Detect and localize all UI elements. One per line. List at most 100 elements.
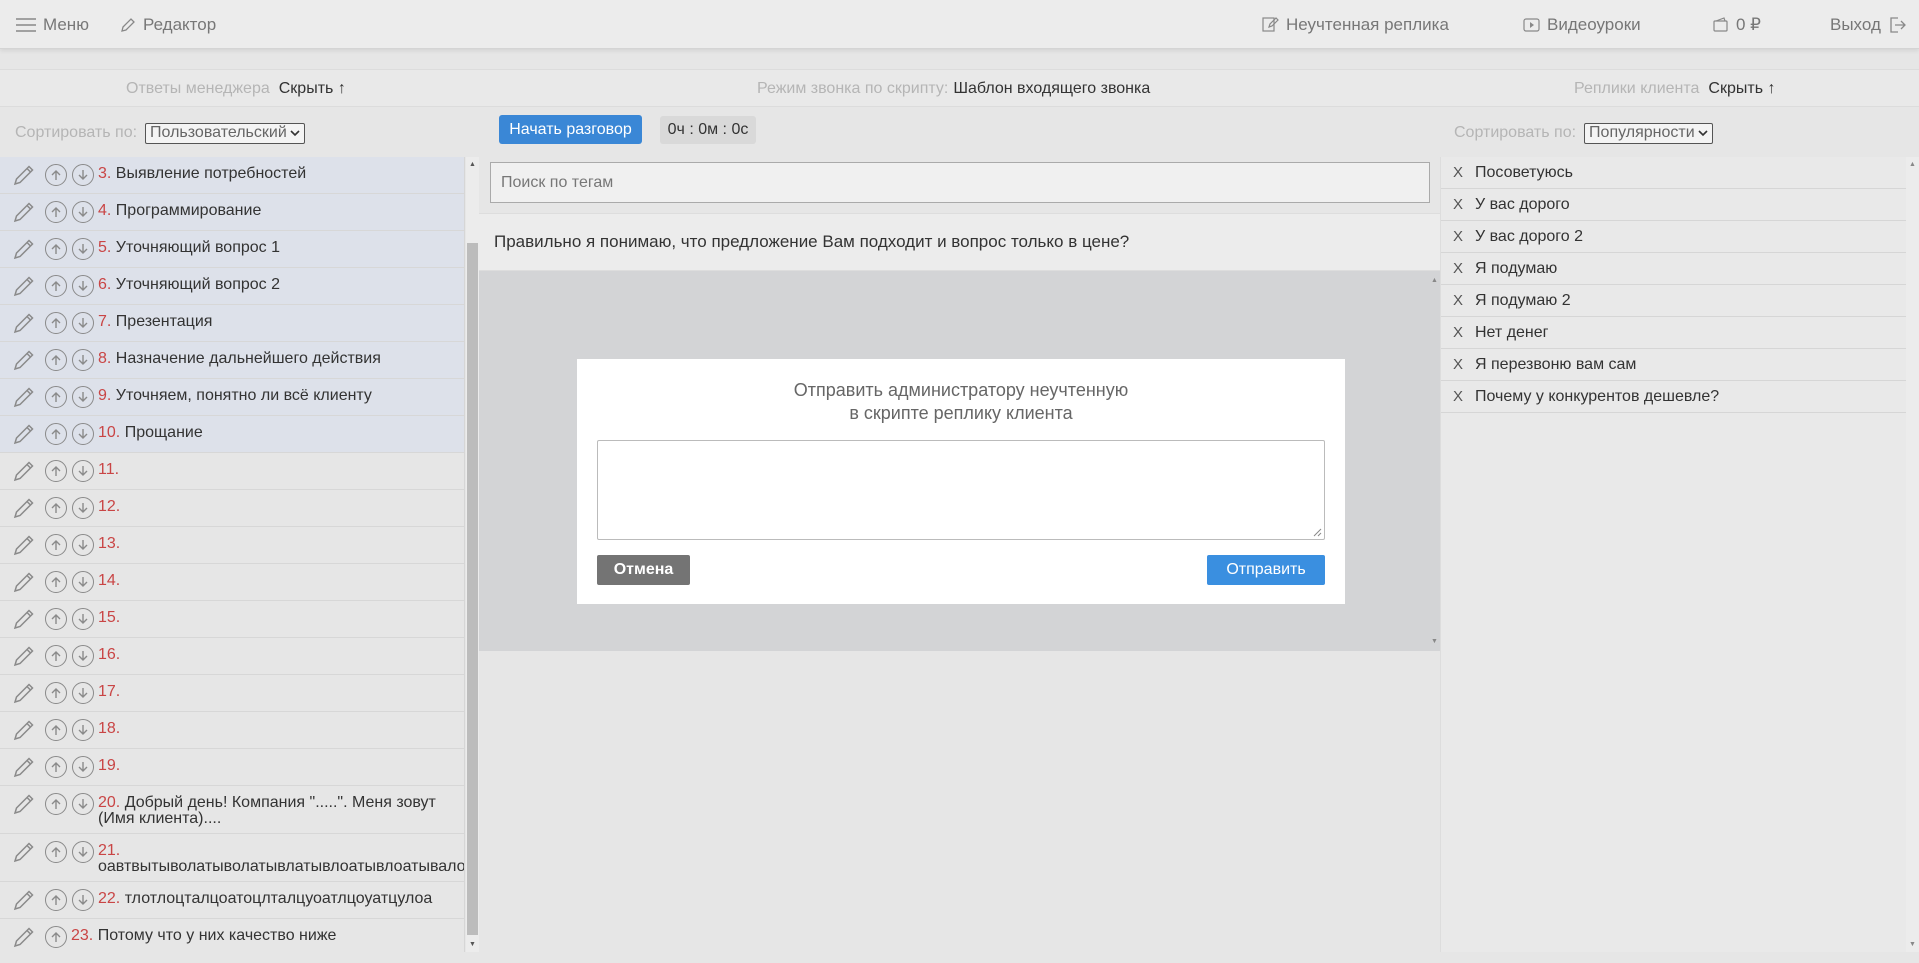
edit-pencil-icon[interactable] xyxy=(12,642,40,670)
left-scrollbar-thumb[interactable] xyxy=(467,243,478,935)
move-up-icon[interactable] xyxy=(45,889,67,911)
move-down-icon[interactable] xyxy=(72,534,94,556)
scroll-up-arrow-icon[interactable]: ▲ xyxy=(469,161,476,168)
remove-x-icon[interactable]: X xyxy=(1441,260,1475,277)
edit-pencil-icon[interactable] xyxy=(12,457,40,485)
script-step-row[interactable]: 23. Потому что у них качество ниже xyxy=(0,919,464,952)
edit-pencil-icon[interactable] xyxy=(12,198,40,226)
client-reply-row[interactable]: XЯ подумаю xyxy=(1441,253,1906,285)
move-down-icon[interactable] xyxy=(72,201,94,223)
cancel-button[interactable]: Отмена xyxy=(597,555,690,585)
move-down-icon[interactable] xyxy=(72,349,94,371)
remove-x-icon[interactable]: X xyxy=(1441,388,1475,405)
move-down-icon[interactable] xyxy=(72,719,94,741)
right-sort-select[interactable]: Популярности xyxy=(1584,122,1713,144)
move-up-icon[interactable] xyxy=(45,645,67,667)
script-step-row[interactable]: 7. Презентация xyxy=(0,305,464,342)
exit-button[interactable]: Выход xyxy=(1830,0,1906,49)
move-down-icon[interactable] xyxy=(72,238,94,260)
script-step-row[interactable]: 8. Назначение дальнейшего действия xyxy=(0,342,464,379)
script-step-row[interactable]: 12. xyxy=(0,490,464,527)
move-down-icon[interactable] xyxy=(72,423,94,445)
scroll-down-arrow-icon[interactable]: ▼ xyxy=(1909,941,1916,948)
edit-pencil-icon[interactable] xyxy=(12,679,40,707)
edit-pencil-icon[interactable] xyxy=(12,605,40,633)
edit-pencil-icon[interactable] xyxy=(12,716,40,744)
move-down-icon[interactable] xyxy=(72,682,94,704)
edit-pencil-icon[interactable] xyxy=(12,309,40,337)
move-up-icon[interactable] xyxy=(45,201,67,223)
move-down-icon[interactable] xyxy=(72,164,94,186)
send-button[interactable]: Отправить xyxy=(1207,555,1325,585)
edit-pencil-icon[interactable] xyxy=(12,420,40,448)
move-up-icon[interactable] xyxy=(45,349,67,371)
scroll-up-arrow-icon[interactable]: ▲ xyxy=(1431,277,1438,284)
unaccounted-reply-button[interactable]: Неучтенная реплика xyxy=(1262,0,1449,49)
script-step-row[interactable]: 3. Выявление потребностей xyxy=(0,157,464,194)
script-step-row[interactable]: 17. xyxy=(0,675,464,712)
script-step-row[interactable]: 21. оавтвытыволатыволатывлатывлоатывлоат… xyxy=(0,834,464,882)
move-up-icon[interactable] xyxy=(45,926,67,948)
remove-x-icon[interactable]: X xyxy=(1441,292,1475,309)
editor-button[interactable]: Редактор xyxy=(120,0,216,49)
edit-pencil-icon[interactable] xyxy=(12,272,40,300)
script-step-row[interactable]: 4. Программирование xyxy=(0,194,464,231)
edit-pencil-icon[interactable] xyxy=(12,923,40,951)
resize-handle-icon[interactable] xyxy=(1313,528,1322,537)
move-up-icon[interactable] xyxy=(45,793,67,815)
scroll-down-arrow-icon[interactable]: ▼ xyxy=(1431,638,1438,645)
edit-pencil-icon[interactable] xyxy=(12,494,40,522)
move-up-icon[interactable] xyxy=(45,608,67,630)
remove-x-icon[interactable]: X xyxy=(1441,164,1475,181)
move-down-icon[interactable] xyxy=(72,645,94,667)
move-up-icon[interactable] xyxy=(45,164,67,186)
edit-pencil-icon[interactable] xyxy=(12,753,40,781)
script-step-row[interactable]: 5. Уточняющий вопрос 1 xyxy=(0,231,464,268)
move-down-icon[interactable] xyxy=(72,386,94,408)
script-step-row[interactable]: 20. Добрый день! Компания ".....". Меня … xyxy=(0,786,464,834)
move-down-icon[interactable] xyxy=(72,460,94,482)
edit-pencil-icon[interactable] xyxy=(12,886,40,914)
menu-button[interactable]: Меню xyxy=(16,0,89,49)
video-lessons-button[interactable]: Видеоуроки xyxy=(1523,0,1641,49)
left-scrollbar[interactable]: ▲ ▼ xyxy=(466,157,479,952)
move-up-icon[interactable] xyxy=(45,719,67,741)
move-up-icon[interactable] xyxy=(45,386,67,408)
remove-x-icon[interactable]: X xyxy=(1441,196,1475,213)
script-step-row[interactable]: 18. xyxy=(0,712,464,749)
edit-pencil-icon[interactable] xyxy=(12,383,40,411)
client-reply-row[interactable]: X Почему у конкурентов дешевле? xyxy=(1441,381,1906,413)
move-down-icon[interactable] xyxy=(72,497,94,519)
move-down-icon[interactable] xyxy=(72,793,94,815)
move-up-icon[interactable] xyxy=(45,756,67,778)
left-sort-select[interactable]: Пользовательский xyxy=(145,122,305,144)
center-scrollbar[interactable]: ▲ ▼ xyxy=(1430,271,1440,651)
remove-x-icon[interactable]: X xyxy=(1441,356,1475,373)
client-reply-row[interactable]: XЯ перезвоню вам сам xyxy=(1441,349,1906,381)
move-up-icon[interactable] xyxy=(45,238,67,260)
script-step-row[interactable]: 22. тлотлоцталцоатоцлталцуоатлцоуатцулоа xyxy=(0,882,464,919)
edit-pencil-icon[interactable] xyxy=(12,346,40,374)
edit-pencil-icon[interactable] xyxy=(12,838,40,866)
move-up-icon[interactable] xyxy=(45,275,67,297)
move-up-icon[interactable] xyxy=(45,841,67,863)
script-step-row[interactable]: 13. xyxy=(0,527,464,564)
balance-button[interactable]: 0 ₽ xyxy=(1713,0,1761,49)
reply-textarea[interactable] xyxy=(597,440,1325,540)
move-down-icon[interactable] xyxy=(72,275,94,297)
edit-pencil-icon[interactable] xyxy=(12,568,40,596)
start-conversation-button[interactable]: Начать разговор xyxy=(499,115,642,144)
edit-pencil-icon[interactable] xyxy=(12,235,40,263)
move-up-icon[interactable] xyxy=(45,534,67,556)
manager-answers-toggle[interactable]: Скрыть ↑ xyxy=(279,80,346,98)
client-reply-row[interactable]: X Посоветуюсь xyxy=(1441,157,1906,189)
remove-x-icon[interactable]: X xyxy=(1441,228,1475,245)
move-up-icon[interactable] xyxy=(45,497,67,519)
script-step-row[interactable]: 14. xyxy=(0,564,464,601)
edit-pencil-icon[interactable] xyxy=(12,531,40,559)
script-step-row[interactable]: 15. xyxy=(0,601,464,638)
script-step-row[interactable]: 16. xyxy=(0,638,464,675)
move-down-icon[interactable] xyxy=(72,889,94,911)
move-down-icon[interactable] xyxy=(72,756,94,778)
call-mode-value[interactable]: Шаблон входящего звонка xyxy=(953,80,1150,98)
